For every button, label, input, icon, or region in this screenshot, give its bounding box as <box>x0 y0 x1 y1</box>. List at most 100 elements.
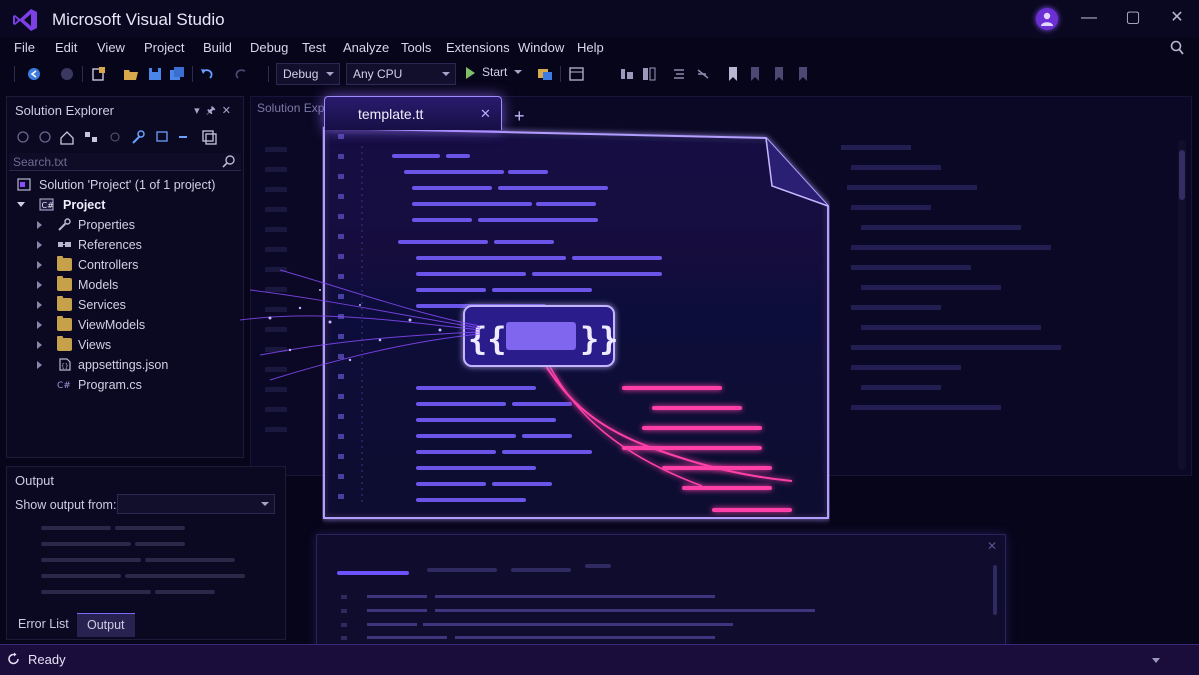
wrench-icon <box>58 218 71 231</box>
comment-lines-icon[interactable] <box>670 65 688 83</box>
tree-item-label: Services <box>78 298 126 312</box>
tab-output[interactable]: Output <box>77 613 135 637</box>
tree-item-controllers[interactable]: Controllers <box>7 255 243 275</box>
open-folder-icon[interactable] <box>122 65 140 83</box>
bookmark-icon[interactable] <box>724 65 742 83</box>
solution-explorer-toolbar <box>17 130 217 145</box>
expand-arrow-icon[interactable] <box>37 341 42 349</box>
expand-arrow-icon[interactable] <box>37 321 42 329</box>
menu-file[interactable]: File <box>14 40 35 55</box>
menu-build[interactable]: Build <box>203 40 232 55</box>
expand-arrow-icon[interactable] <box>37 261 42 269</box>
show-all-files-icon[interactable] <box>202 130 217 145</box>
menu-view[interactable]: View <box>97 40 125 55</box>
clear-bookmarks-icon[interactable] <box>794 65 812 83</box>
folder-icon <box>57 276 72 291</box>
menu-debug[interactable]: Debug <box>250 40 288 55</box>
back-icon[interactable] <box>17 131 29 143</box>
save-all-icon[interactable] <box>168 65 186 83</box>
solution-search-input[interactable]: Search.txt <box>9 153 241 171</box>
previous-bookmark-icon[interactable] <box>746 65 764 83</box>
tree-solution-node[interactable]: Solution 'Project' (1 of 1 project) <box>7 175 243 195</box>
expand-arrow-icon[interactable] <box>37 281 42 289</box>
tree-item-properties[interactable]: Properties <box>7 215 243 235</box>
layout-icon[interactable] <box>568 65 586 83</box>
show-output-from-label: Show output from: <box>15 498 117 512</box>
undo-icon[interactable] <box>198 65 216 83</box>
chevron-down-icon <box>261 502 269 506</box>
platform-value: Any CPU <box>353 67 403 81</box>
menu-edit[interactable]: Edit <box>55 40 77 55</box>
svg-text:C#: C# <box>57 381 71 391</box>
close-tab-icon[interactable]: ✕ <box>480 106 491 122</box>
close-icon[interactable]: ✕ <box>1164 6 1190 30</box>
chevron-down-icon[interactable] <box>514 70 522 74</box>
pin-icon[interactable]: 🖈 <box>206 105 222 117</box>
forward-navigate-icon[interactable] <box>58 65 76 83</box>
next-bookmark-icon[interactable] <box>770 65 788 83</box>
uncomment-lines-icon[interactable] <box>694 65 712 83</box>
tree-item-label: Controllers <box>78 258 139 272</box>
output-source-dropdown[interactable] <box>117 494 275 514</box>
menu-test[interactable]: Test <box>302 40 326 55</box>
close-panel-icon[interactable]: ✕ <box>222 105 237 117</box>
solution-label: Solution 'Project' (1 of 1 project) <box>39 178 216 192</box>
add-tab-icon[interactable]: + <box>514 106 525 127</box>
tree-item-program[interactable]: C# Program.cs <box>7 375 243 395</box>
expand-arrow-icon[interactable] <box>37 241 42 249</box>
dropdown-chevron-icon[interactable]: ▾ <box>194 105 206 117</box>
glass-panel-lines <box>337 564 997 640</box>
menu-analyze[interactable]: Analyze <box>343 40 389 55</box>
menu-tools[interactable]: Tools <box>401 40 431 55</box>
tree-project-node[interactable]: C# Project <box>7 195 243 215</box>
tree-item-views[interactable]: Views <box>7 335 243 355</box>
tree-item-label: ViewModels <box>78 318 146 332</box>
user-avatar-icon[interactable] <box>1036 8 1058 30</box>
redo-icon[interactable] <box>232 65 250 83</box>
menu-project[interactable]: Project <box>144 40 184 55</box>
search-icon[interactable] <box>221 154 237 168</box>
tree-item-label: References <box>78 238 142 252</box>
save-icon[interactable] <box>146 65 164 83</box>
notifications-icon[interactable] <box>1150 654 1162 666</box>
expand-arrow-icon[interactable] <box>37 301 42 309</box>
align-icon[interactable] <box>618 65 636 83</box>
new-project-icon[interactable] <box>90 65 108 83</box>
folder-icon <box>57 316 72 331</box>
folder-icon <box>57 256 72 271</box>
tree-item-references[interactable]: References <box>7 235 243 255</box>
distribute-icon[interactable] <box>640 65 658 83</box>
references-icon <box>58 242 71 247</box>
folder-icon <box>57 296 72 311</box>
properties-wrench-icon[interactable] <box>132 130 145 144</box>
tree-item-viewmodels[interactable]: ViewModels <box>7 315 243 335</box>
pending-changes-icon[interactable] <box>110 132 120 142</box>
collapse-all-icon[interactable] <box>179 136 187 138</box>
tree-item-services[interactable]: Services <box>7 295 243 315</box>
tab-error-list[interactable]: Error List <box>8 613 79 637</box>
expand-arrow-icon[interactable] <box>17 202 25 207</box>
maximize-icon[interactable]: ▢ <box>1120 6 1146 30</box>
expand-arrow-icon[interactable] <box>37 221 42 229</box>
chevron-down-icon <box>442 72 450 76</box>
menu-window[interactable]: Window <box>518 40 564 55</box>
back-navigate-icon[interactable] <box>26 65 44 83</box>
browser-link-icon[interactable] <box>536 65 554 83</box>
sync-icon[interactable] <box>156 131 168 142</box>
status-bar: Ready <box>0 644 1199 675</box>
forward-icon[interactable] <box>39 131 51 143</box>
feedback-person-icon[interactable] <box>1168 39 1186 57</box>
expand-arrow-icon[interactable] <box>37 361 42 369</box>
home-icon[interactable] <box>60 131 74 145</box>
switch-views-icon[interactable] <box>85 132 97 142</box>
configuration-dropdown[interactable]: Debug <box>276 63 340 85</box>
tree-item-models[interactable]: Models <box>7 275 243 295</box>
tree-item-appsettings[interactable]: {} appsettings.json <box>7 355 243 375</box>
menu-extensions[interactable]: Extensions <box>446 40 510 55</box>
tree-item-label: Program.cs <box>78 378 142 392</box>
menu-help[interactable]: Help <box>577 40 604 55</box>
minimize-icon[interactable]: — <box>1076 6 1102 30</box>
tree-item-label: Views <box>78 338 112 352</box>
scrollbar-thumb[interactable] <box>1179 150 1185 200</box>
platform-dropdown[interactable]: Any CPU <box>346 63 456 85</box>
